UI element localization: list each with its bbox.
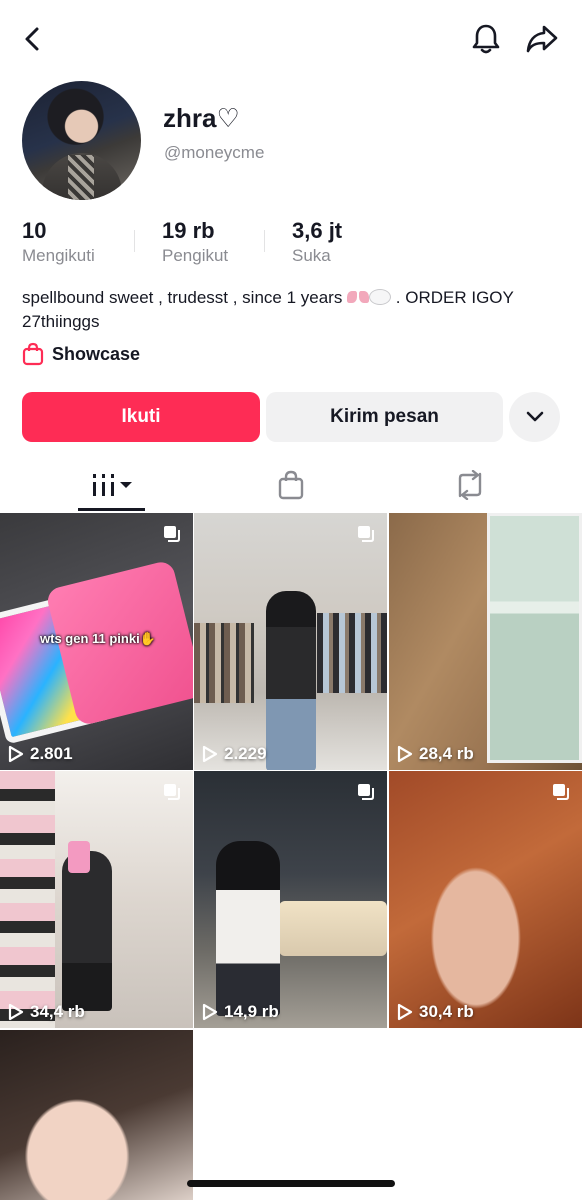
view-count: 34,4 rb <box>8 1002 85 1022</box>
back-button[interactable] <box>10 17 54 61</box>
send-message-button[interactable]: Kirim pesan <box>266 392 503 442</box>
thumbnail-art <box>487 513 582 763</box>
play-icon <box>202 1003 218 1021</box>
thumbnail-art <box>279 901 387 956</box>
video-thumbnail[interactable]: 14,9 rb <box>194 771 387 1028</box>
play-icon <box>397 745 413 763</box>
stacked-photos-icon <box>358 784 374 800</box>
stat-following[interactable]: 10 Mengikuti <box>22 217 95 267</box>
stat-label: Pengikut <box>162 246 229 265</box>
bio-text-start: spellbound sweet , trudesst , since 1 ye… <box>22 288 348 307</box>
tab-reposts[interactable] <box>373 458 567 512</box>
stat-label: Mengikuti <box>22 246 95 265</box>
thumbnail-art <box>317 613 387 693</box>
stacked-photos-icon <box>358 526 374 542</box>
view-count: 30,4 rb <box>397 1002 474 1022</box>
stat-value: 10 <box>22 218 47 243</box>
view-count: 14,9 rb <box>202 1002 279 1022</box>
tab-videos[interactable] <box>16 458 210 512</box>
avatar-scarf <box>68 155 94 200</box>
video-caption: wts gen 11 pinki✋ <box>40 631 156 646</box>
stacked-photos-icon <box>164 526 180 542</box>
view-count: 2.801 <box>8 744 73 764</box>
stacked-photos-icon <box>553 784 569 800</box>
repost-icon <box>458 470 482 500</box>
profile-bio: spellbound sweet , trudesst , since 1 ye… <box>22 286 567 334</box>
stat-likes[interactable]: 3,6 jt Suka <box>292 217 342 267</box>
thumbnail-art <box>0 771 55 1028</box>
home-indicator[interactable] <box>187 1180 395 1187</box>
view-count-text: 14,9 rb <box>224 1002 279 1021</box>
view-count-text: 34,4 rb <box>30 1002 85 1021</box>
video-thumbnail[interactable]: 28,4 rb <box>389 513 582 770</box>
active-tab-indicator <box>78 508 145 511</box>
view-count-text: 2.229 <box>224 744 267 763</box>
stat-followers[interactable]: 19 rb Pengikut <box>162 217 228 267</box>
video-thumbnail[interactable]: 2.229 <box>194 513 387 770</box>
video-thumbnail[interactable]: 34,4 rb <box>0 771 193 1028</box>
view-count-text: 30,4 rb <box>419 1002 474 1021</box>
view-count-text: 2.801 <box>30 744 73 763</box>
play-icon <box>202 745 218 763</box>
notification-button[interactable] <box>464 17 508 61</box>
showcase-label: Showcase <box>52 343 141 364</box>
video-thumbnail[interactable] <box>0 1030 193 1200</box>
bell-icon <box>472 24 500 54</box>
thumbnail-art <box>194 623 254 703</box>
bubble-emoji-icon <box>369 289 392 305</box>
shopping-bag-icon <box>22 342 44 366</box>
stat-divider <box>264 230 265 252</box>
stacked-photos-icon <box>164 784 180 800</box>
video-thumbnail[interactable]: 30,4 rb <box>389 771 582 1028</box>
more-options-button[interactable] <box>509 392 560 442</box>
stat-value: 19 rb <box>162 218 215 243</box>
ribbon-emoji-icon <box>347 290 369 304</box>
stat-divider <box>134 230 135 252</box>
follow-button[interactable]: Ikuti <box>22 392 260 442</box>
chevron-left-icon <box>25 27 39 51</box>
chevron-down-icon <box>526 411 543 422</box>
play-icon <box>8 1003 24 1021</box>
thumbnail-art <box>62 851 112 1011</box>
thumbnail-art <box>266 591 316 770</box>
view-count-text: 28,4 rb <box>419 744 474 763</box>
avatar[interactable] <box>22 81 141 200</box>
share-arrow-icon <box>526 25 558 53</box>
top-bar <box>0 0 582 80</box>
video-thumbnail[interactable]: wts gen 11 pinki✋ 2.801 <box>0 513 193 770</box>
thumbnail-art <box>216 841 280 1016</box>
shopping-bag-icon <box>278 470 304 500</box>
profile-name: zhra♡ <box>163 103 240 133</box>
play-icon <box>397 1003 413 1021</box>
view-count: 2.229 <box>202 744 267 764</box>
stat-label: Suka <box>292 246 331 265</box>
share-button[interactable] <box>520 17 564 61</box>
play-icon <box>8 745 24 763</box>
grid-bars-icon <box>93 474 132 496</box>
tab-shop[interactable] <box>194 458 388 512</box>
showcase-link[interactable]: Showcase <box>22 342 140 366</box>
thumbnail-art <box>68 841 90 873</box>
view-count: 28,4 rb <box>397 744 474 764</box>
stat-value: 3,6 jt <box>292 218 343 243</box>
profile-handle: @moneycme <box>164 143 265 162</box>
profile-tabs <box>0 458 582 512</box>
